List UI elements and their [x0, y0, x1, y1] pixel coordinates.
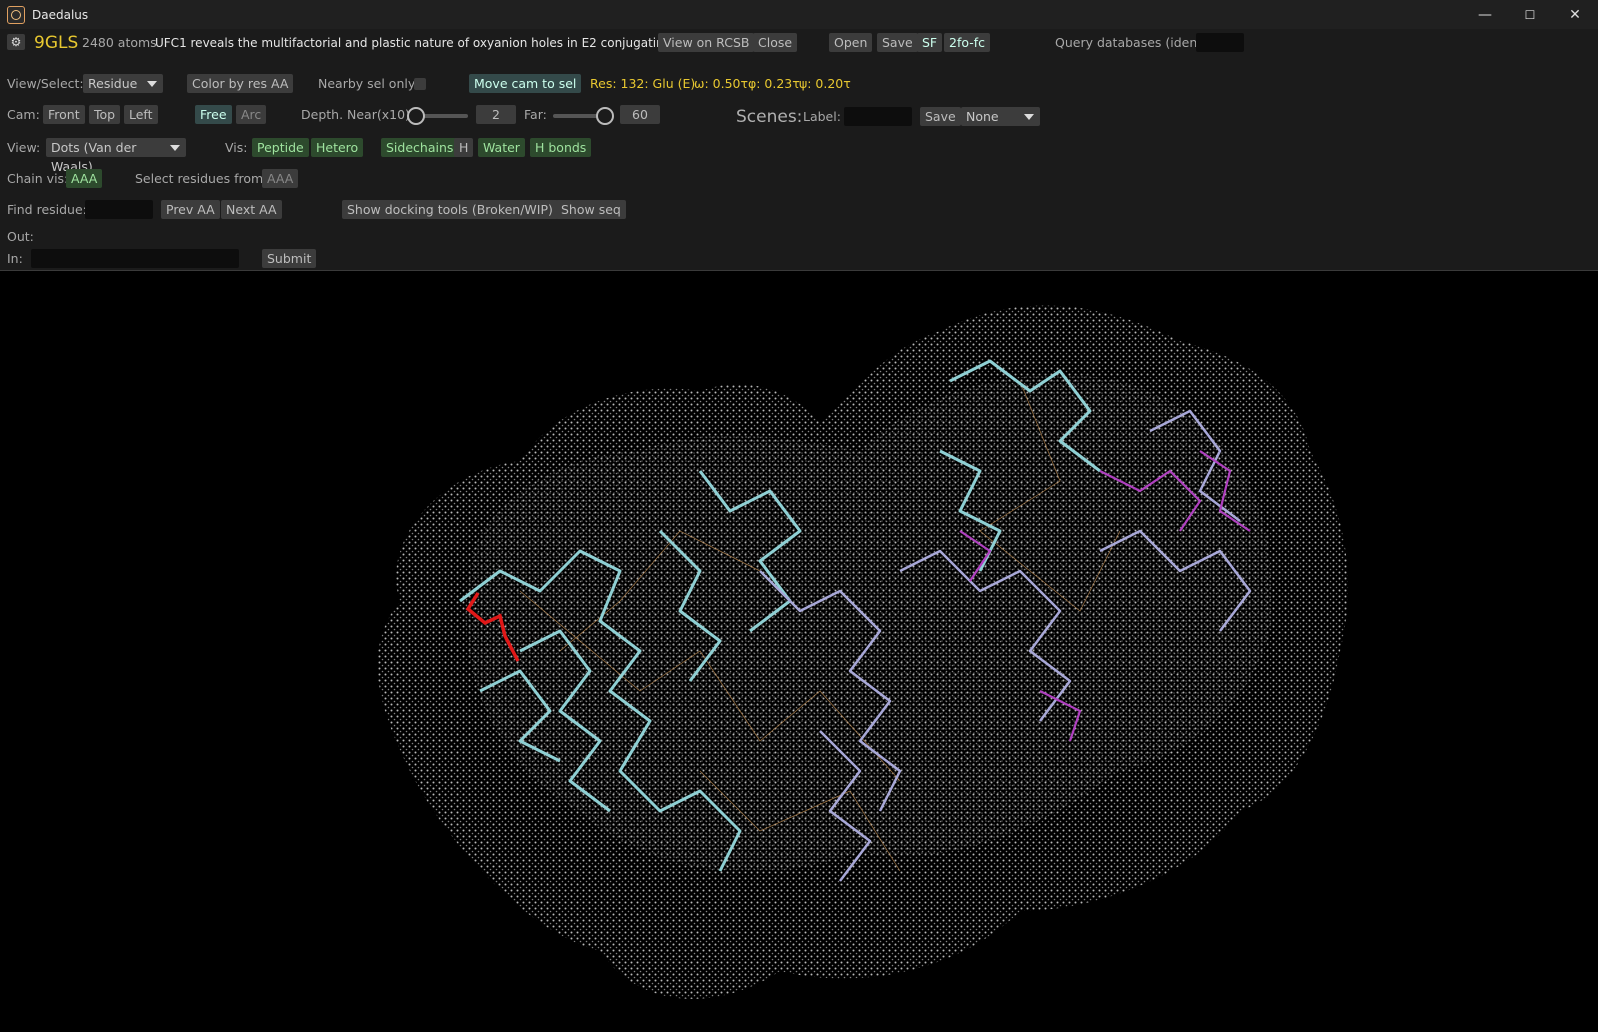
select-residues-from-label: Select residues from:: [135, 171, 268, 186]
psi-angle: ψ: 0.20τ: [799, 76, 851, 91]
residue-info: Res: 132: Glu (E): [590, 76, 696, 91]
far-value-field[interactable]: 60: [620, 105, 660, 124]
scene-dropdown[interactable]: None: [961, 107, 1040, 126]
nearby-sel-label: Nearby sel only:: [318, 76, 419, 91]
select-from-aaa-toggle[interactable]: AAA: [262, 169, 299, 188]
open-button[interactable]: Open: [829, 33, 873, 52]
cam-left-button[interactable]: Left: [124, 105, 158, 124]
close-structure-button[interactable]: Close: [753, 33, 798, 52]
window-title: Daedalus: [32, 7, 89, 22]
view-select-dropdown[interactable]: Residue: [83, 74, 163, 93]
chain-vis-label: Chain vis:: [7, 171, 69, 186]
near-slider-handle[interactable]: [407, 107, 425, 125]
scene-value: None: [966, 109, 999, 124]
submit-button[interactable]: Submit: [262, 249, 317, 268]
cam-top-button[interactable]: Top: [89, 105, 121, 124]
show-docking-tools-button[interactable]: Show docking tools (Broken/WIP): [342, 200, 558, 219]
far-slider-handle[interactable]: [596, 107, 614, 125]
next-aa-button[interactable]: Next AA: [221, 200, 282, 219]
view-label: View:: [7, 140, 41, 155]
find-residue-input[interactable]: [85, 200, 153, 219]
vis-h-toggle[interactable]: H: [454, 138, 474, 157]
save-button[interactable]: Save: [877, 33, 918, 52]
cam-arc-button[interactable]: Arc: [236, 105, 267, 124]
far-label: Far:: [524, 107, 547, 122]
color-by-res-aa-button[interactable]: Color by res AA: [187, 74, 294, 93]
sf-button[interactable]: SF: [917, 33, 943, 52]
omega-angle: ω: 0.50τ: [694, 76, 749, 91]
show-seq-button[interactable]: Show seq: [556, 200, 626, 219]
command-input[interactable]: [31, 249, 239, 268]
chain-vis-aaa-toggle[interactable]: AAA: [66, 169, 103, 188]
vis-sidechains-toggle[interactable]: Sidechains: [381, 138, 459, 157]
app-icon: [7, 5, 25, 24]
gear-icon[interactable]: ⚙: [7, 34, 25, 50]
pdb-id: 9GLS: [34, 33, 79, 53]
in-label: In:: [7, 251, 23, 266]
vis-water-toggle[interactable]: Water: [478, 138, 525, 157]
find-residue-label: Find residue:: [7, 202, 87, 217]
view-select-label: View/Select:: [7, 76, 84, 91]
cam-front-button[interactable]: Front: [43, 105, 85, 124]
structure-description: UFC1 reveals the multifactorial and plas…: [155, 36, 733, 50]
out-label: Out:: [7, 229, 34, 244]
scene-label-label: Label:: [803, 109, 841, 124]
vis-hetero-toggle[interactable]: Hetero: [311, 138, 364, 157]
vis-peptide-toggle[interactable]: Peptide: [252, 138, 309, 157]
query-databases-label: Query databases (ident):: [1055, 35, 1212, 50]
vis-label: Vis:: [225, 140, 248, 155]
near-value-field[interactable]: 2: [476, 105, 516, 124]
title-bar: Daedalus — ☐ ✕: [0, 0, 1598, 29]
minimize-icon[interactable]: —: [1462, 0, 1508, 29]
scene-label-input[interactable]: [844, 107, 912, 126]
phi-angle: φ: 0.23τ: [748, 76, 800, 91]
maximize-icon[interactable]: ☐: [1507, 0, 1553, 29]
view-on-rcsb-button[interactable]: View on RCSB: [658, 33, 755, 52]
molecule-viewport[interactable]: [0, 271, 1598, 1029]
query-databases-input[interactable]: [1196, 33, 1244, 52]
prev-aa-button[interactable]: Prev AA: [161, 200, 220, 219]
scenes-label: Scenes:: [736, 107, 803, 127]
atom-count: 2480 atoms: [82, 35, 157, 50]
2fo-fc-button[interactable]: 2fo-fc: [944, 33, 991, 52]
chevron-down-icon: [147, 81, 157, 87]
view-select-value: Residue: [88, 76, 138, 91]
depth-near-label: Depth. Near(x10):: [301, 107, 415, 122]
molecule-render[interactable]: [0, 271, 1598, 1029]
vis-hbonds-toggle[interactable]: H bonds: [530, 138, 592, 157]
move-cam-to-sel-button[interactable]: Move cam to sel: [469, 74, 582, 93]
close-icon[interactable]: ✕: [1552, 0, 1598, 29]
scene-save-button[interactable]: Save: [920, 107, 961, 126]
chevron-down-icon: [170, 145, 180, 151]
cam-free-button[interactable]: Free: [195, 105, 232, 124]
cam-label: Cam:: [7, 107, 40, 122]
nearby-sel-checkbox[interactable]: [414, 78, 426, 90]
chevron-down-icon: [1024, 114, 1034, 120]
view-mode-dropdown[interactable]: Dots (Van der Waals): [46, 138, 186, 174]
